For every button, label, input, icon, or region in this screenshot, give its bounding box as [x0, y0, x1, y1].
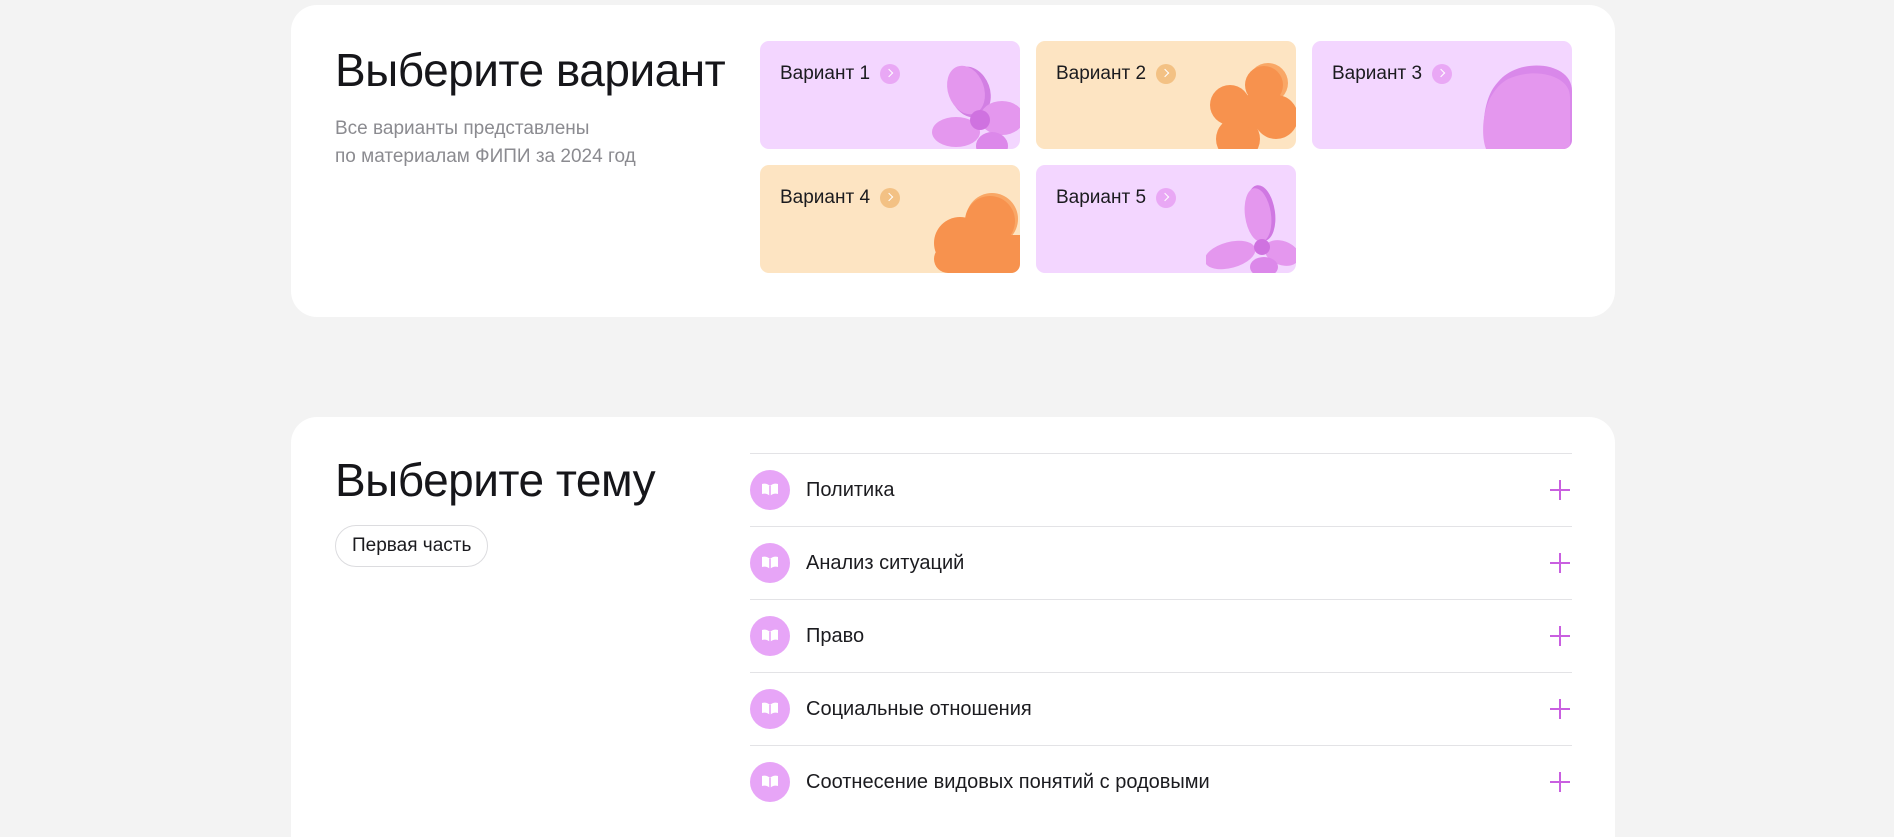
variant-tile-2-label-group: Вариант 2 [1056, 63, 1177, 85]
plus-icon[interactable] [1548, 624, 1572, 648]
variants-subtitle-line1: Все варианты представлены [335, 118, 590, 139]
book-icon [750, 762, 790, 802]
filter-chip-first-part[interactable]: Первая часть [335, 525, 489, 567]
flower-icon [932, 65, 1020, 149]
topic-list: Политика Анализ ситуаций Право Социальны… [750, 453, 1572, 818]
topic-row[interactable]: Анализ ситуаций [750, 526, 1572, 599]
variant-tile-3[interactable]: Вариант 3 [1312, 41, 1572, 149]
blob-icon [1483, 65, 1572, 149]
book-icon [750, 470, 790, 510]
plus-icon[interactable] [1548, 697, 1572, 721]
variant-tile-1-label-group: Вариант 1 [780, 63, 901, 85]
variant-tile-5[interactable]: Вариант 5 [1036, 165, 1296, 273]
topic-label: Социальные отношения [806, 697, 1032, 720]
plus-icon[interactable] [1548, 478, 1572, 502]
variant-tile-4[interactable]: Вариант 4 [760, 165, 1020, 273]
book-icon [750, 616, 790, 656]
topic-row[interactable]: Политика [750, 453, 1572, 526]
plus-icon[interactable] [1548, 551, 1572, 575]
topic-row[interactable]: Право [750, 599, 1572, 672]
variant-tile-label: Вариант 5 [1056, 187, 1147, 208]
variant-tile-label: Вариант 2 [1056, 63, 1147, 84]
variant-tile-3-label-group: Вариант 3 [1332, 63, 1453, 85]
variant-tile-label: Вариант 3 [1332, 63, 1423, 84]
variant-tile-1[interactable]: Вариант 1 [760, 41, 1020, 149]
variants-card: Выберите вариант Все варианты представле… [291, 5, 1615, 317]
topic-row[interactable]: Социальные отношения [750, 672, 1572, 745]
cloud-icon [934, 193, 1020, 273]
book-icon [750, 543, 790, 583]
chevron-right-icon [1156, 64, 1177, 84]
chevron-right-icon [880, 188, 901, 208]
variants-title: Выберите вариант [335, 44, 726, 96]
variants-subtitle-line2: по материалам ФИПИ за 2024 год [335, 146, 636, 167]
variant-tile-5-label-group: Вариант 5 [1056, 187, 1177, 209]
topic-label: Соотнесение видовых понятий с родовыми [806, 770, 1210, 793]
clover-icon [1206, 185, 1296, 273]
flower-icon [1210, 63, 1296, 149]
chevron-right-icon [1156, 188, 1177, 208]
topic-label: Политика [806, 478, 895, 501]
topic-label: Анализ ситуаций [806, 551, 965, 574]
variant-tile-label: Вариант 4 [780, 187, 871, 208]
variants-subtitle: Все варианты представлены по материалам … [335, 115, 665, 171]
variant-tile-2[interactable]: Вариант 2 [1036, 41, 1296, 149]
topic-row[interactable]: Соотнесение видовых понятий с родовыми [750, 745, 1572, 818]
variant-tile-4-label-group: Вариант 4 [780, 187, 901, 209]
chevron-right-icon [1432, 64, 1453, 84]
variant-tile-label: Вариант 1 [780, 63, 871, 84]
topic-label: Право [806, 624, 865, 647]
book-icon [750, 689, 790, 729]
topics-card: Выберите тему Первая часть Политика Анал… [291, 417, 1615, 837]
chevron-right-icon [880, 64, 901, 84]
variant-tiles: Вариант 1 Вариант 2 Вариант 3 Вариант 4 … [760, 41, 1572, 279]
plus-icon[interactable] [1548, 770, 1572, 794]
topics-title: Выберите тему [335, 454, 656, 506]
